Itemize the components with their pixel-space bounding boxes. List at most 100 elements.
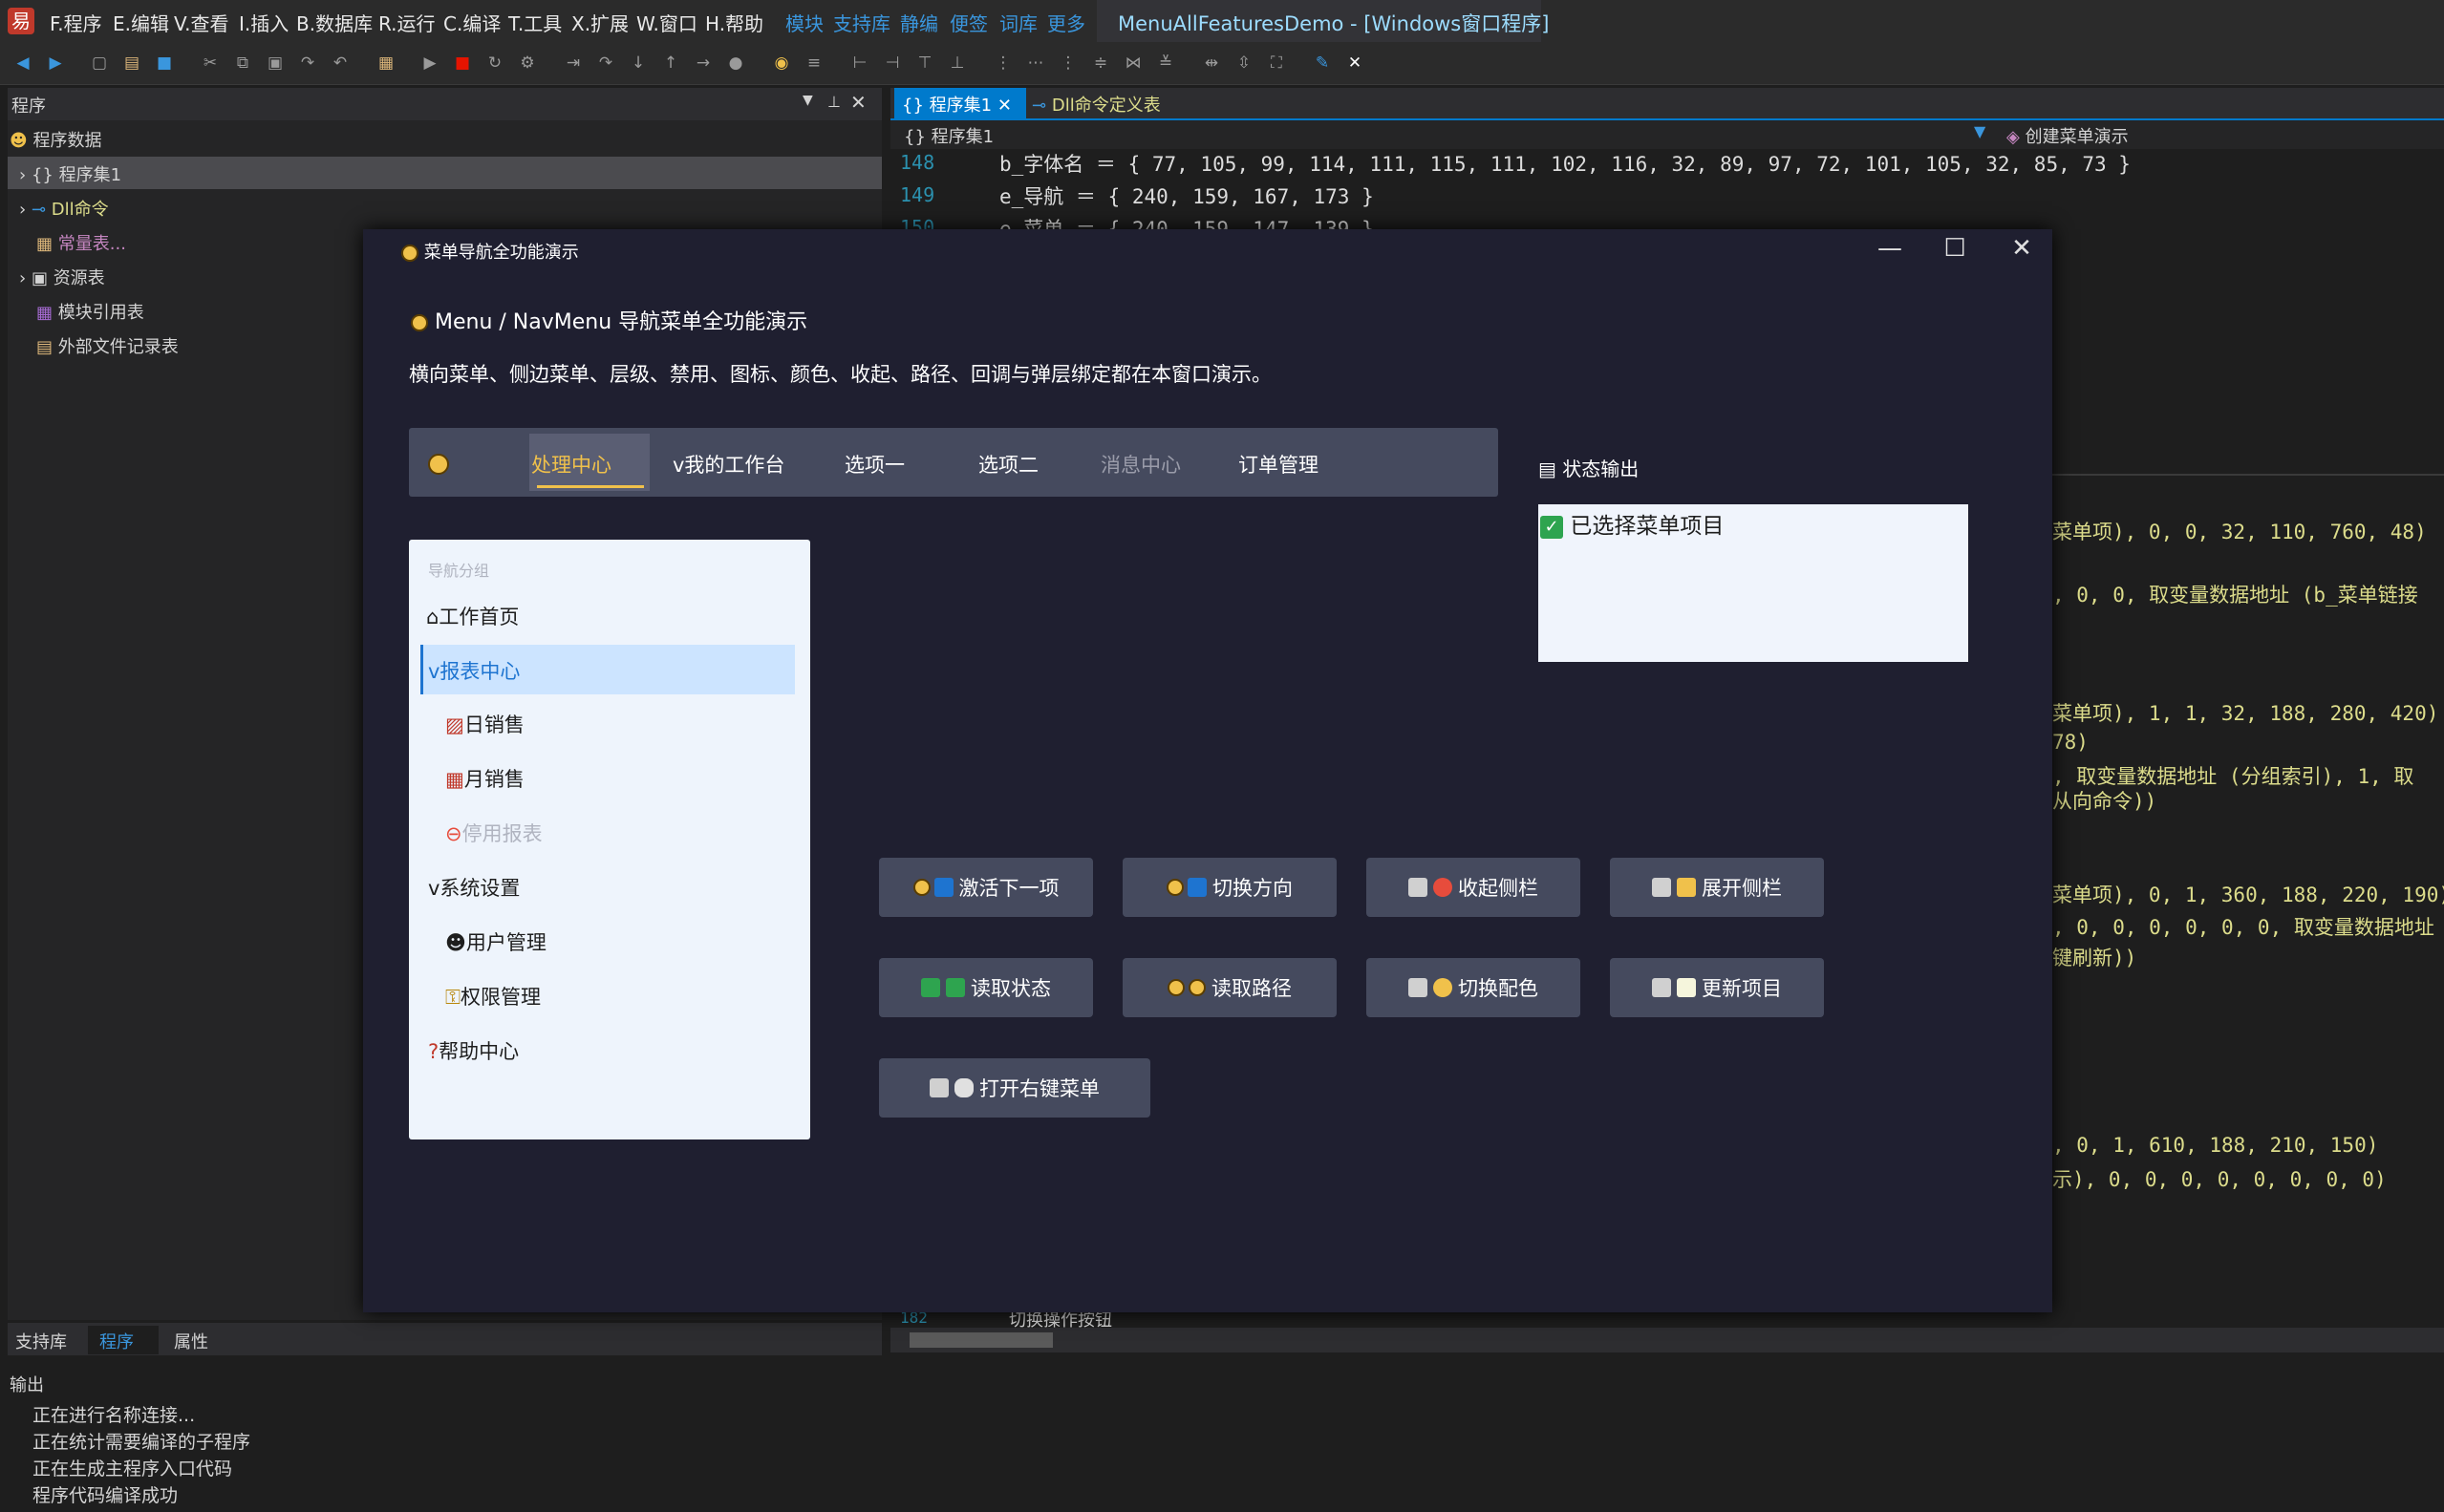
align-top-icon[interactable]: ⊤ (915, 53, 934, 73)
tab-properties[interactable]: 属性 (174, 1329, 208, 1353)
horizontal-scrollbar[interactable] (890, 1328, 2444, 1352)
nav-item-option2[interactable]: 选项二 (978, 450, 1039, 479)
same-height-icon[interactable]: ⇳ (1234, 53, 1254, 73)
step-into-icon[interactable]: ↓ (629, 53, 648, 73)
step-over-icon[interactable]: ↷ (596, 53, 615, 73)
tree-modules[interactable]: ▦ 模块引用表 (36, 299, 144, 324)
paste-icon[interactable]: ▣ (266, 53, 285, 73)
side-item-permissions[interactable]: ⚿权限管理 (445, 982, 541, 1011)
center-v-icon[interactable]: ≑ (1091, 53, 1110, 73)
tree-dll[interactable]: › ⊸ Dll命令 (19, 196, 109, 221)
side-item-reports[interactable]: v报表中心 (428, 656, 520, 685)
menu-program[interactable]: F.程序 (50, 9, 102, 36)
wand-icon[interactable]: ✎ (1313, 53, 1332, 73)
undo-icon[interactable]: ↶ (331, 53, 350, 73)
open-folder-icon[interactable]: ▤ (122, 53, 141, 73)
maximize-button[interactable]: ☐ (1936, 234, 1974, 263)
menu-help[interactable]: H.帮助 (705, 9, 763, 36)
code-fragment[interactable]: , 0, 0, 0, 0, 0, 0, 取变量数据地址 (2052, 912, 2434, 941)
run-icon[interactable]: ▶ (420, 53, 439, 73)
align-bottom-icon[interactable]: ⊥ (948, 53, 967, 73)
tree-constants[interactable]: ▦ 常量表... (36, 230, 126, 255)
activate-next-button[interactable]: 激活下一项 (879, 858, 1093, 917)
close-icon[interactable]: ✕ (850, 91, 867, 114)
code-fragment[interactable]: , 0, 0, 取变量数据地址 (b_菜单链接 (2052, 580, 2418, 608)
compass-icon[interactable] (428, 454, 449, 475)
tree-external-files[interactable]: ▤ 外部文件记录表 (36, 333, 179, 358)
copy-icon[interactable]: ⧉ (233, 53, 252, 73)
collapse-sidebar-button[interactable]: 收起侧栏 (1366, 858, 1580, 917)
breadcrumb[interactable]: {} 程序集1 (904, 123, 994, 148)
distribute-h-icon[interactable]: ⋮ (994, 53, 1013, 73)
code-fragment[interactable]: 菜单项), 0, 0, 32, 110, 760, 48) (2052, 517, 2427, 545)
tree-program-data[interactable]: ☻ 程序数据 (10, 127, 102, 152)
menu-support-lib[interactable]: 支持库 (833, 9, 890, 36)
step-out-icon[interactable]: ↑ (661, 53, 680, 73)
distribute-v-icon[interactable]: ⋯ (1026, 53, 1045, 73)
menu-module[interactable]: 模块 (785, 9, 824, 36)
code-line[interactable]: e_导航 ＝ { 240, 159, 167, 173 } (999, 181, 1374, 210)
tree-resources[interactable]: › ▣ 资源表 (19, 265, 105, 289)
nav-item-option1[interactable]: 选项一 (845, 450, 905, 479)
same-size-icon[interactable]: ⛶ (1267, 53, 1286, 73)
expand-sidebar-button[interactable]: 展开侧栏 (1610, 858, 1824, 917)
open-context-menu-button[interactable]: 打开右键菜单 (879, 1058, 1150, 1118)
save-icon[interactable]: ■ (155, 53, 174, 73)
menu-more[interactable]: 更多 (1047, 9, 1085, 36)
minimize-button[interactable]: — (1871, 234, 1909, 263)
method-dropdown[interactable]: ◈ 创建菜单演示 (2006, 123, 2129, 148)
code-fragment[interactable]: 菜单项), 0, 1, 360, 188, 220, 190) (2052, 880, 2444, 908)
close-button[interactable]: ✕ (2003, 234, 2041, 263)
switch-color-button[interactable]: 切换配色 (1366, 958, 1580, 1017)
cut-icon[interactable]: ✂ (201, 53, 220, 73)
forward-icon[interactable]: ▶ (46, 53, 65, 73)
toggle-direction-button[interactable]: 切换方向 (1123, 858, 1337, 917)
code-fragment[interactable]: , 0, 1, 610, 188, 210, 150) (2052, 1134, 2378, 1157)
nav-item-workbench[interactable]: v我的工作台 (673, 450, 784, 479)
tools-icon[interactable]: ✕ (1345, 53, 1364, 73)
align-right-icon[interactable]: ⊣ (883, 53, 902, 73)
align-left-icon[interactable]: ⊢ (850, 53, 869, 73)
scrollbar-thumb[interactable] (910, 1332, 1053, 1348)
menu-compile[interactable]: C.编译 (443, 9, 501, 36)
menu-database[interactable]: B.数据库 (296, 9, 373, 36)
project-icon[interactable]: ▦ (376, 53, 396, 73)
back-icon[interactable]: ◀ (13, 53, 32, 73)
step-icon[interactable]: ⇥ (564, 53, 583, 73)
read-path-button[interactable]: 读取路径 (1123, 958, 1337, 1017)
menu-insert[interactable]: I.插入 (239, 9, 289, 36)
menu-extend[interactable]: X.扩展 (571, 9, 629, 36)
code-fragment[interactable]: 菜单项), 1, 1, 32, 188, 280, 420) (2052, 698, 2438, 727)
side-item-help[interactable]: ?帮助中心 (428, 1036, 519, 1065)
same-width-icon[interactable]: ⇹ (1202, 53, 1221, 73)
code-fragment[interactable]: 从向命令)) (2052, 786, 2156, 815)
code-fragment[interactable]: 键刷新)) (2052, 943, 2136, 971)
menu-notes[interactable]: 便签 (950, 9, 988, 36)
nav-item-orders[interactable]: 订单管理 (1238, 450, 1318, 479)
menu-static[interactable]: 静编 (900, 9, 938, 36)
code-fragment[interactable]: 示), 0, 0, 0, 0, 0, 0, 0, 0) (2052, 1164, 2387, 1193)
pin-icon[interactable]: ⊥ (827, 93, 841, 111)
read-state-button[interactable]: 读取状态 (879, 958, 1093, 1017)
format-icon[interactable]: ≡ (804, 53, 824, 73)
side-item-users[interactable]: ☻用户管理 (445, 927, 547, 956)
side-item-settings[interactable]: v系统设置 (428, 873, 520, 902)
menu-tools[interactable]: T.工具 (508, 9, 562, 36)
tree-assembly[interactable]: › {} 程序集1 (19, 161, 121, 186)
build-icon[interactable]: ⚙ (518, 53, 537, 73)
center-h-icon[interactable]: ⋮ (1059, 53, 1078, 73)
equal-spacing-icon[interactable]: ≚ (1156, 53, 1175, 73)
side-item-home[interactable]: ⌂工作首页 (426, 602, 519, 630)
restart-icon[interactable]: ↻ (485, 53, 504, 73)
new-file-icon[interactable]: ▢ (90, 53, 109, 73)
chevron-down-icon[interactable]: ▼ (1974, 122, 1985, 140)
nav-item-processing[interactable]: 处理中心 (531, 450, 611, 479)
stop-icon[interactable]: ■ (453, 53, 472, 73)
update-item-button[interactable]: 更新项目 (1610, 958, 1824, 1017)
tab-dll-defs[interactable]: ⊸ Dll命令定义表 (1032, 92, 1161, 117)
redo-icon[interactable]: ↷ (298, 53, 317, 73)
breakpoint-icon[interactable]: ● (726, 53, 745, 73)
panel-dropdown-icon[interactable]: ▼ (803, 93, 813, 108)
code-line[interactable]: b_字体名 ＝ { 77, 105, 99, 114, 111, 115, 11… (999, 149, 2131, 178)
tab-program[interactable]: 程序 (99, 1329, 134, 1353)
